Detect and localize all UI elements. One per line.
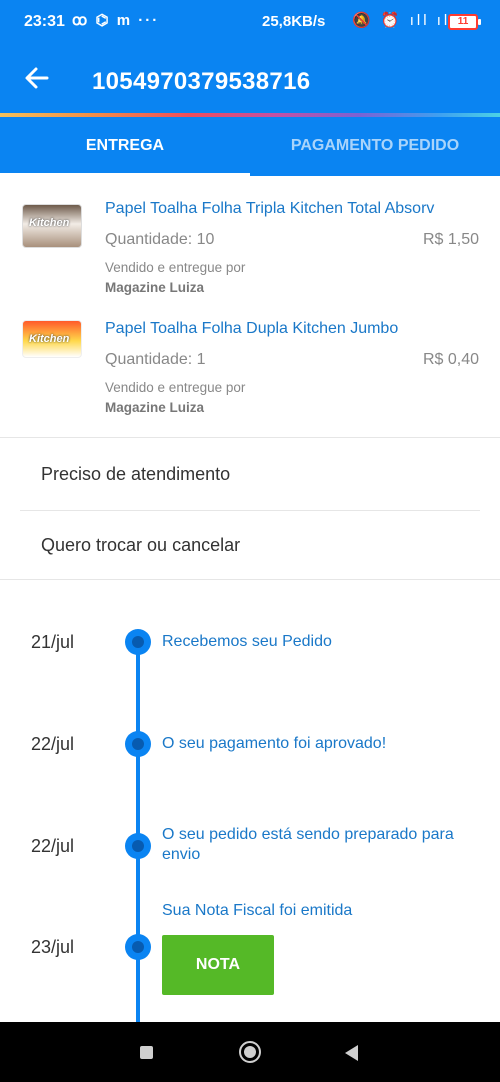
thumbnail-brand-text: Kitchen xyxy=(29,217,70,229)
divider xyxy=(0,579,500,580)
order-number-title: 1054970379538716 xyxy=(92,68,311,95)
timeline-date: 22/jul xyxy=(31,836,75,856)
timeline-line xyxy=(136,638,140,1022)
product-thumbnail: Kitchen xyxy=(22,320,82,358)
app-bar: 1054970379538716 xyxy=(0,45,500,113)
divider xyxy=(0,437,500,438)
status-bar: 23:31 ꝏ ⌬ m ··· 25,8KB/s 🔕 ⏰ ıll ıll ◠ 1… xyxy=(0,0,500,45)
help-menu-label: Preciso de atendimento xyxy=(41,464,231,484)
tabs: ENTREGA PAGAMENTO PEDIDO xyxy=(0,117,500,176)
nota-fiscal-button[interactable]: NOTA xyxy=(162,935,274,995)
product-quantity: Quantidade: 10 xyxy=(105,231,215,248)
network-speed: 25,8KB/s xyxy=(262,13,326,30)
seller-name: Magazine Luiza xyxy=(105,280,205,295)
product-item[interactable]: Kitchen Papel Toalha Folha Tripla Kitche… xyxy=(0,176,500,295)
product-price: R$ 1,50 xyxy=(422,231,479,248)
tab-pagamento-pedido[interactable]: PAGAMENTO PEDIDO xyxy=(250,117,500,176)
back-arrow-icon[interactable] xyxy=(22,63,52,93)
exchange-cancel-menu-label: Quero trocar ou cancelar xyxy=(41,535,241,555)
timeline-status: O seu pagamento foi aprovado! xyxy=(162,735,387,752)
timeline-status: O seu pedido está sendo preparado para e… xyxy=(162,826,454,863)
product-thumbnail: Kitchen xyxy=(22,204,82,248)
product-quantity: Quantidade: 1 xyxy=(105,351,206,368)
seller-name: Magazine Luiza xyxy=(105,400,205,415)
timeline-status: Recebemos seu Pedido xyxy=(162,633,332,650)
seller-label: Vendido e entregue por xyxy=(105,380,246,395)
notification-icons: ꝏ ⌬ m ··· xyxy=(72,12,160,29)
help-menu-item[interactable]: Preciso de atendimento xyxy=(0,440,500,510)
back-icon[interactable] xyxy=(345,1045,358,1061)
timeline-date: 21/jul xyxy=(31,632,75,652)
tab-entrega[interactable]: ENTREGA xyxy=(0,117,250,176)
product-name[interactable]: Papel Toalha Folha Dupla Kitchen Jumbo xyxy=(105,320,485,338)
status-time: 23:31 xyxy=(24,13,65,30)
product-item[interactable]: Kitchen Papel Toalha Folha Dupla Kitchen… xyxy=(0,296,500,415)
timeline-dot-icon xyxy=(125,629,151,655)
exchange-cancel-menu-item[interactable]: Quero trocar ou cancelar xyxy=(0,511,500,581)
home-icon[interactable] xyxy=(239,1041,261,1063)
recent-apps-icon[interactable] xyxy=(140,1046,153,1059)
timeline-date: 22/jul xyxy=(31,734,75,754)
timeline-dot-icon xyxy=(125,934,151,960)
seller-label: Vendido e entregue por xyxy=(105,260,246,275)
timeline-status: Sua Nota Fiscal foi emitida xyxy=(162,902,353,919)
system-nav-bar xyxy=(0,1022,500,1082)
thumbnail-brand-text: Kitchen xyxy=(29,333,70,345)
battery-icon: 11 xyxy=(448,14,481,30)
timeline-dot-icon xyxy=(125,731,151,757)
product-name[interactable]: Papel Toalha Folha Tripla Kitchen Total … xyxy=(105,200,485,218)
timeline-date: 23/jul xyxy=(31,937,75,957)
product-price: R$ 0,40 xyxy=(422,351,479,368)
timeline-dot-icon xyxy=(125,833,151,859)
